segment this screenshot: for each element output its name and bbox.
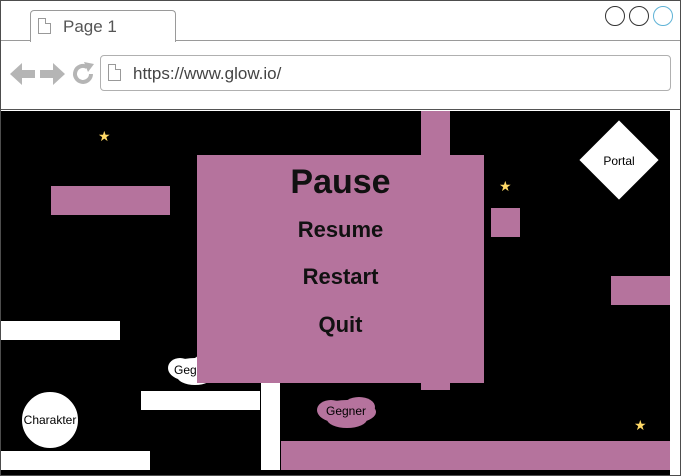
star-icon: ★ [499, 178, 512, 194]
enemy-label: Gegner [325, 404, 367, 418]
platform [1, 451, 150, 470]
reload-icon[interactable] [70, 61, 96, 87]
resume-button[interactable]: Resume [197, 217, 484, 243]
address-bar[interactable]: https://www.glow.io/ [100, 55, 671, 91]
restart-button[interactable]: Restart [197, 264, 484, 290]
character: Charakter [21, 391, 79, 449]
portal-label: Portal [603, 154, 635, 168]
page-icon [108, 64, 121, 81]
page-icon [38, 18, 51, 34]
pause-menu: Pause Resume Restart Quit [197, 155, 484, 383]
window-button-1[interactable] [605, 6, 625, 26]
back-arrow-icon[interactable] [10, 62, 36, 86]
character-label: Charakter [23, 413, 77, 427]
window-button-3[interactable] [653, 6, 673, 26]
browser-tab[interactable]: Page 1 [30, 10, 176, 42]
quit-button[interactable]: Quit [197, 312, 484, 338]
platform [421, 111, 450, 157]
platform [51, 186, 170, 215]
pause-title: Pause [290, 163, 391, 201]
star-icon: ★ [98, 128, 111, 144]
forward-arrow-icon[interactable] [40, 62, 66, 86]
platform [281, 441, 670, 470]
star-icon: ★ [634, 417, 647, 433]
platform [141, 391, 260, 410]
platform [491, 208, 520, 237]
window-button-2[interactable] [629, 6, 649, 26]
url-text: https://www.glow.io/ [133, 64, 282, 83]
platform [1, 321, 120, 340]
platform [261, 381, 280, 470]
tab-title: Page 1 [63, 17, 117, 36]
platform [611, 276, 670, 305]
